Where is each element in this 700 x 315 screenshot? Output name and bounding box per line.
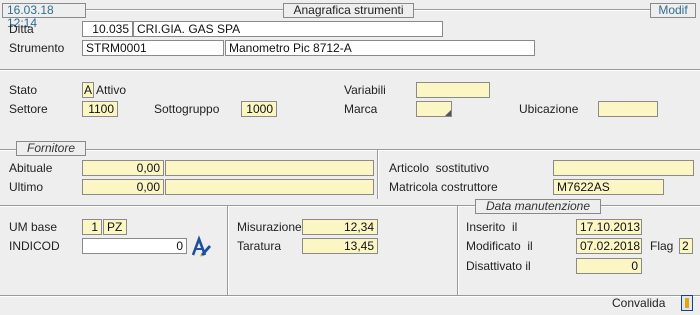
page-title: Anagrafica strumenti <box>283 3 414 18</box>
settore-field[interactable]: 1100 <box>82 101 118 117</box>
um-base-label: UM base <box>9 220 58 234</box>
disattivato-field[interactable]: 0 <box>576 258 642 274</box>
modificato-field[interactable]: 07.02.2018 <box>576 238 642 254</box>
matricola-field[interactable]: M7622AS <box>553 179 664 195</box>
convalida-button[interactable] <box>681 295 693 311</box>
vertical-divider-right <box>377 150 379 199</box>
datetime-display: 16.03.18 12:14 <box>2 3 86 30</box>
footer-separator <box>0 295 700 297</box>
convalida-icon <box>685 298 689 308</box>
marca-field[interactable] <box>416 101 452 117</box>
mode-indicator: Modif <box>650 3 696 18</box>
modificato-label: Modificato il <box>466 239 533 253</box>
inserito-label: Inserito il <box>466 220 518 234</box>
convalida-label: Convalida <box>612 296 666 310</box>
articolo-sostitutivo-field[interactable] <box>553 160 694 176</box>
taratura-label: Taratura <box>237 239 282 253</box>
inserito-field[interactable]: 17.10.2013 <box>576 219 642 235</box>
sottogruppo-label: Sottogruppo <box>154 102 220 116</box>
ditta-code-field[interactable]: 10.035 <box>82 21 133 37</box>
strumento-label: Strumento <box>9 41 65 55</box>
indicod-field[interactable]: 0 <box>82 238 187 254</box>
ditta-label: Ditta <box>9 22 34 36</box>
ultimo-value-field[interactable]: 0,00 <box>82 179 164 195</box>
matricola-label: Matricola costruttore <box>389 180 498 194</box>
abituale-label: Abituale <box>9 161 53 175</box>
misurazione-field[interactable]: 12,34 <box>302 219 378 235</box>
um-base-unit-field[interactable]: PZ <box>103 219 127 235</box>
stato-text: Attivo <box>96 83 127 97</box>
abituale-value-field[interactable]: 0,00 <box>82 160 164 176</box>
ubicazione-label: Ubicazione <box>519 102 579 116</box>
variabili-field[interactable] <box>416 82 490 98</box>
variabili-label: Variabili <box>344 83 386 97</box>
disattivato-label: Disattivato il <box>466 259 531 273</box>
stato-label: Stato <box>9 83 38 97</box>
fornitore-title: Fornitore <box>16 141 86 156</box>
data-manutenzione-title: Data manutenzione <box>475 199 601 214</box>
sottogruppo-field[interactable]: 1000 <box>241 101 277 117</box>
ultimo-label: Ultimo <box>9 180 44 194</box>
settore-label: Settore <box>9 102 48 116</box>
um-base-qty-field[interactable]: 1 <box>82 219 102 235</box>
strumento-description-field[interactable]: Manometro Pic 8712-A <box>225 40 535 56</box>
marca-label: Marca <box>344 102 378 116</box>
flag-label: Flag <box>650 239 674 253</box>
flag-field[interactable]: 2 <box>679 238 693 254</box>
ultimo-name-field[interactable] <box>165 179 374 195</box>
barcode-edit-icon[interactable] <box>191 235 212 257</box>
misurazione-label: Misurazione <box>237 220 302 234</box>
strumento-code-field[interactable]: STRM0001 <box>82 40 224 56</box>
fornitore-separator <box>0 149 700 151</box>
ditta-name-field[interactable]: CRI.GIA. GAS SPA <box>133 21 443 37</box>
indicod-label: INDICOD <box>9 239 60 253</box>
vertical-divider-mid <box>457 206 459 295</box>
vertical-divider-left <box>227 206 229 295</box>
section-separator <box>0 69 700 71</box>
abituale-name-field[interactable] <box>165 160 374 176</box>
ubicazione-field[interactable] <box>598 101 658 117</box>
stato-code-field[interactable]: A <box>82 82 94 98</box>
articolo-sostitutivo-label: Articolo sostitutivo <box>389 161 490 175</box>
taratura-field[interactable]: 13,45 <box>302 238 378 254</box>
